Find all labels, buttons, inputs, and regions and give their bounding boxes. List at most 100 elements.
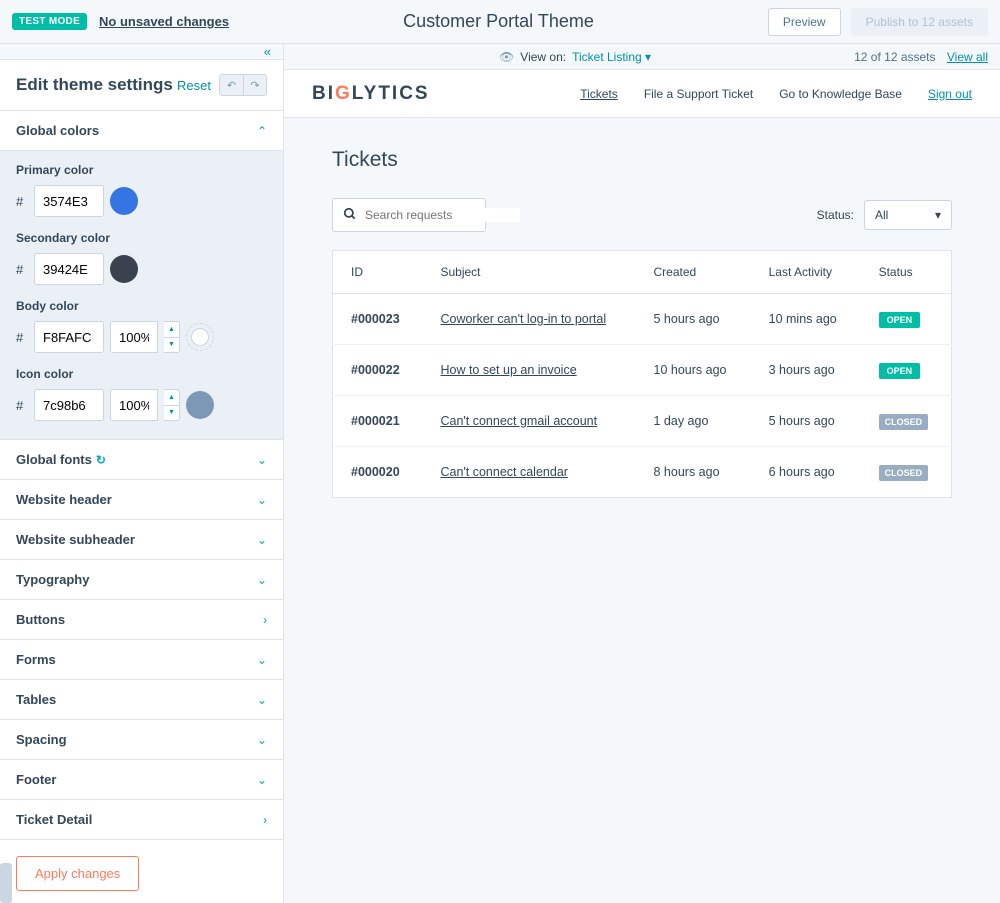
icon-color-swatch[interactable] <box>186 391 214 419</box>
chevron-down-icon: ⌄ <box>257 453 267 467</box>
view-on-select[interactable]: Ticket Listing ▾ <box>572 50 651 64</box>
section-ticket-detail[interactable]: Ticket Detail › <box>0 800 283 840</box>
collapse-sidebar-button[interactable]: « <box>0 44 283 60</box>
redo-button[interactable]: ↷ <box>243 74 267 96</box>
global-colors-body: Primary color # Secondary color # Body c… <box>0 151 283 440</box>
status-badge: OPEN <box>879 312 921 328</box>
section-title: Spacing <box>16 732 67 747</box>
hash-icon: # <box>16 262 28 277</box>
icon-color-label: Icon color <box>16 367 267 381</box>
icon-opacity-stepper[interactable]: ▲▼ <box>164 389 180 421</box>
search-icon <box>343 207 357 224</box>
chevron-right-icon: › <box>263 813 267 827</box>
chevron-down-icon: ⌄ <box>257 533 267 547</box>
status-filter-select[interactable]: All ▾ <box>864 200 952 230</box>
page-title: Customer Portal Theme <box>229 11 768 32</box>
hash-icon: # <box>16 398 28 413</box>
status-badge: CLOSED <box>879 465 929 481</box>
primary-color-label: Primary color <box>16 163 267 177</box>
section-global-colors[interactable]: Global colors ⌃ <box>0 111 283 151</box>
eye-icon: 👁 <box>499 50 514 64</box>
assets-count: 12 of 12 assets <box>854 50 935 64</box>
body-color-label: Body color <box>16 299 267 313</box>
section-tables[interactable]: Tables ⌄ <box>0 680 283 720</box>
preview-button[interactable]: Preview <box>768 8 841 36</box>
section-title: Website header <box>16 492 112 507</box>
section-buttons[interactable]: Buttons› <box>0 600 283 640</box>
section-website-header[interactable]: Website header ⌄ <box>0 480 283 520</box>
stepper-up-icon[interactable]: ▲ <box>164 390 179 406</box>
undo-button[interactable]: ↶ <box>219 74 243 96</box>
apply-changes-button[interactable]: Apply changes <box>16 856 139 891</box>
icon-opacity-input[interactable] <box>110 389 158 421</box>
ticket-subject-link[interactable]: Can't connect gmail account <box>440 414 597 428</box>
col-created: Created <box>636 251 751 294</box>
status-filter-label: Status: <box>817 208 854 222</box>
tickets-table: ID Subject Created Last Activity Status … <box>332 250 952 498</box>
view-all-link[interactable]: View all <box>947 50 988 64</box>
chevron-down-icon: ⌄ <box>257 573 267 587</box>
col-subject: Subject <box>422 251 635 294</box>
section-footer[interactable]: Footer ⌄ <box>0 760 283 800</box>
section-typography[interactable]: Typography⌄ <box>0 560 283 600</box>
section-title: Ticket Detail <box>16 812 92 827</box>
stepper-down-icon[interactable]: ▼ <box>164 406 179 421</box>
col-status: Status <box>861 251 952 294</box>
search-box[interactable] <box>332 198 486 232</box>
section-forms[interactable]: Forms⌄ <box>0 640 283 680</box>
table-row: #000021Can't connect gmail account1 day … <box>333 396 952 447</box>
ticket-last-activity: 10 mins ago <box>751 294 861 345</box>
ticket-subject-link[interactable]: Can't connect calendar <box>440 465 567 479</box>
refresh-icon: ↻ <box>96 453 106 467</box>
stepper-down-icon[interactable]: ▼ <box>164 338 179 353</box>
nav-file-ticket[interactable]: File a Support Ticket <box>644 87 753 101</box>
secondary-color-label: Secondary color <box>16 231 267 245</box>
unsaved-changes-link[interactable]: No unsaved changes <box>99 14 229 29</box>
topbar: TEST MODE No unsaved changes Customer Po… <box>0 0 1000 44</box>
section-title: Website subheader <box>16 532 135 547</box>
hash-icon: # <box>16 330 28 345</box>
section-title: Footer <box>16 772 56 787</box>
publish-button: Publish to 12 assets <box>851 8 988 36</box>
search-input[interactable] <box>365 208 520 222</box>
stepper-up-icon[interactable]: ▲ <box>164 322 179 338</box>
primary-color-input[interactable] <box>34 185 104 217</box>
col-last-activity: Last Activity <box>751 251 861 294</box>
chevron-down-icon: ⌄ <box>257 773 267 787</box>
body-color-swatch[interactable] <box>186 323 214 351</box>
body-opacity-input[interactable] <box>110 321 158 353</box>
section-title: Tables <box>16 692 56 707</box>
nav-sign-out[interactable]: Sign out <box>928 87 972 101</box>
body-color-input[interactable] <box>34 321 104 353</box>
primary-color-swatch[interactable] <box>110 187 138 215</box>
icon-color-input[interactable] <box>34 389 104 421</box>
secondary-color-input[interactable] <box>34 253 104 285</box>
chevron-down-icon: ⌄ <box>257 733 267 747</box>
chevron-down-icon: ⌄ <box>257 493 267 507</box>
sidebar-heading-row: Edit theme settings Reset ↶ ↷ <box>0 60 283 111</box>
ticket-last-activity: 6 hours ago <box>751 447 861 498</box>
theme-sidebar: « Edit theme settings Reset ↶ ↷ Global c… <box>0 44 284 903</box>
section-website-subheader[interactable]: Website subheader ⌄ <box>0 520 283 560</box>
sidebar-heading: Edit theme settings <box>16 75 173 95</box>
ticket-id: #000022 <box>333 345 423 396</box>
table-row: #000020Can't connect calendar8 hours ago… <box>333 447 952 498</box>
scrollbar[interactable] <box>0 863 12 903</box>
section-title: Forms <box>16 652 56 667</box>
chevron-down-icon: ⌄ <box>257 693 267 707</box>
body-opacity-stepper[interactable]: ▲▼ <box>164 321 180 353</box>
table-row: #000022How to set up an invoice10 hours … <box>333 345 952 396</box>
ticket-id: #000021 <box>333 396 423 447</box>
section-global-fonts[interactable]: Global fonts↻⌄ <box>0 440 283 480</box>
status-badge: CLOSED <box>879 414 929 430</box>
section-global-colors-title: Global colors <box>16 123 99 138</box>
ticket-subject-link[interactable]: How to set up an invoice <box>440 363 576 377</box>
chevron-up-icon: ⌃ <box>257 124 267 138</box>
ticket-created: 8 hours ago <box>636 447 751 498</box>
nav-tickets[interactable]: Tickets <box>580 87 618 101</box>
section-spacing[interactable]: Spacing ⌄ <box>0 720 283 760</box>
reset-button[interactable]: Reset <box>177 78 211 93</box>
nav-knowledge-base[interactable]: Go to Knowledge Base <box>779 87 902 101</box>
secondary-color-swatch[interactable] <box>110 255 138 283</box>
ticket-subject-link[interactable]: Coworker can't log-in to portal <box>440 312 606 326</box>
